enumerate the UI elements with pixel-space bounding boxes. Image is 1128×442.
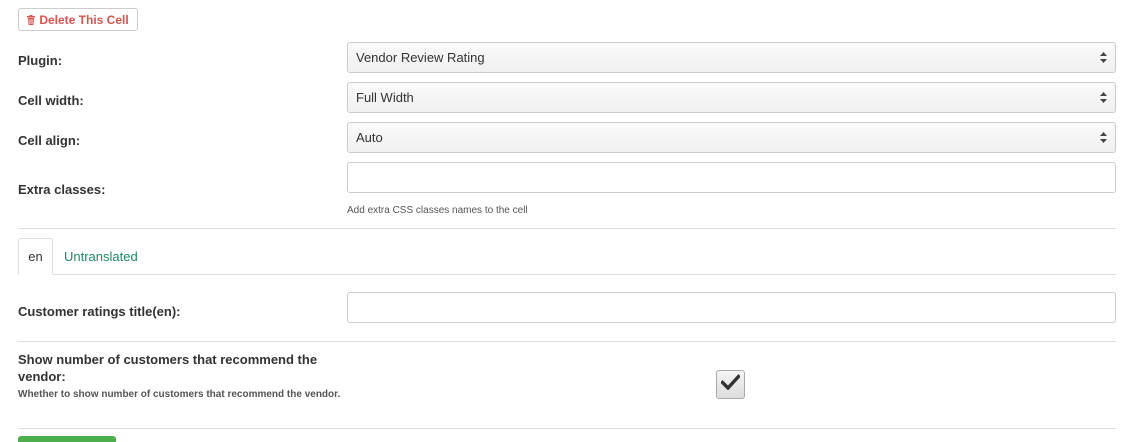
recommend-checkbox[interactable] (716, 370, 745, 399)
tab-untranslated[interactable]: Untranslated (64, 249, 138, 264)
bottom-divider (18, 428, 1116, 429)
cell-width-select-value: Full Width (356, 90, 414, 105)
section-divider (18, 228, 1116, 229)
plugin-label: Plugin: (18, 53, 63, 68)
extra-classes-label: Extra classes: (18, 182, 106, 197)
plugin-select[interactable]: Vendor Review Rating (347, 42, 1116, 73)
field-divider (18, 341, 1116, 342)
updown-arrows-icon (1095, 52, 1111, 63)
cell-width-label: Cell width: (18, 93, 84, 108)
recommend-label: Show number of customers that recommend … (18, 352, 318, 384)
ratings-title-input[interactable] (347, 292, 1116, 323)
tabs-baseline (18, 274, 1116, 275)
updown-arrows-icon (1095, 132, 1111, 143)
cell-align-label: Cell align: (18, 133, 81, 148)
trash-icon (27, 14, 36, 25)
updown-arrows-icon (1095, 92, 1111, 103)
delete-cell-button[interactable]: Delete This Cell (18, 8, 138, 31)
cell-width-select[interactable]: Full Width (347, 82, 1116, 113)
ratings-title-label: Customer ratings title(en): (18, 304, 181, 319)
extra-classes-help: Add extra CSS classes names to the cell (347, 205, 528, 216)
checkmark-icon (720, 374, 741, 395)
extra-classes-input[interactable] (347, 162, 1116, 193)
save-button[interactable] (18, 436, 116, 442)
cell-align-select[interactable]: Auto (347, 122, 1116, 153)
recommend-help: Whether to show number of customers that… (18, 389, 341, 400)
cell-align-select-value: Auto (356, 130, 383, 145)
delete-cell-label: Delete This Cell (39, 12, 129, 27)
plugin-select-value: Vendor Review Rating (356, 50, 485, 65)
tab-en[interactable]: en (18, 238, 53, 275)
